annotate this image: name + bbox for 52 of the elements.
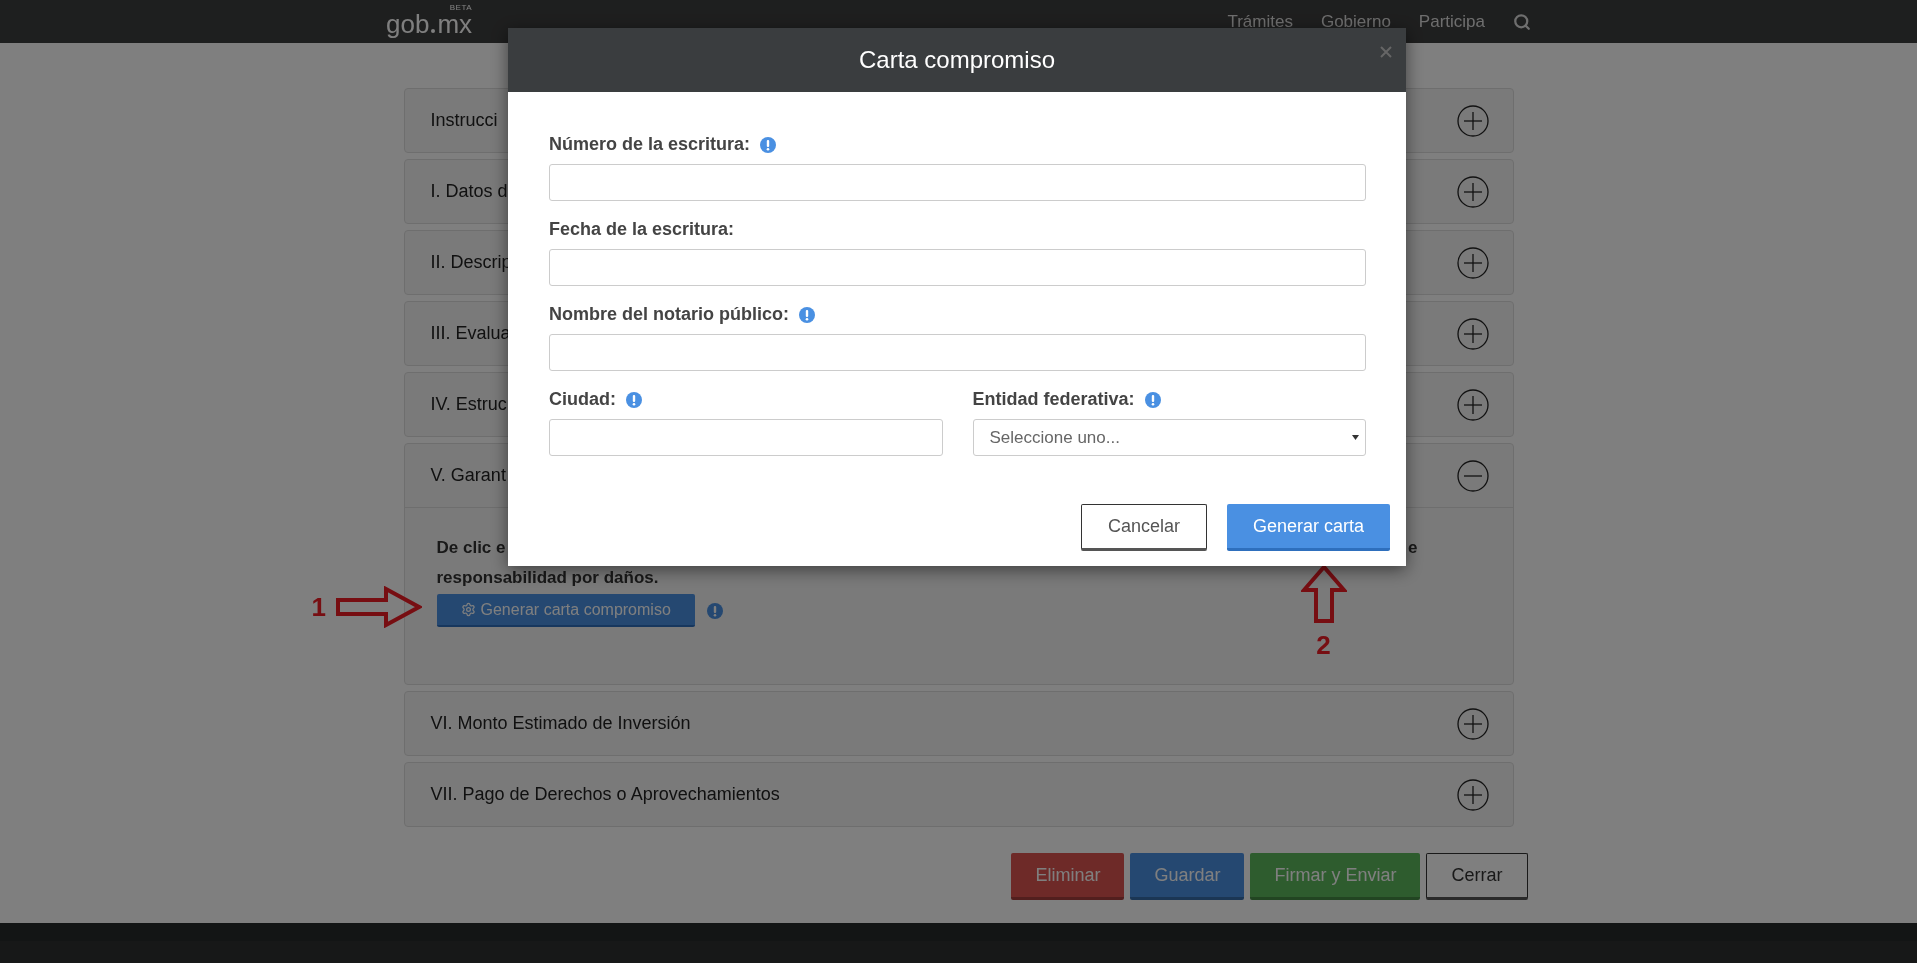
collapse-icon[interactable] [1456,459,1489,492]
panel-title[interactable]: VI. Monto Estimado de Inversión [430,713,691,734]
action-button[interactable]: Guardar [1130,853,1245,900]
instruction-text: e [1408,538,1418,558]
nav-link[interactable]: Participa [1418,11,1485,32]
nav-link[interactable]: Gobierno [1320,11,1391,32]
expand-icon[interactable] [1456,388,1489,421]
field-label: Número de la escritura: [549,134,751,155]
panel-title[interactable]: V. Garant [430,465,506,486]
search-icon[interactable] [1513,12,1531,31]
modal-button[interactable]: Generar carta [1226,504,1390,551]
field-label: Entidad federativa: [972,389,1135,410]
expand-icon[interactable] [1456,246,1489,279]
expand-icon[interactable] [1456,317,1489,350]
field-label: Nombre del notario público: [549,304,789,325]
info-icon[interactable] [799,306,815,323]
expand-icon[interactable] [1456,175,1489,208]
panel-title[interactable]: I. Datos d [430,181,508,202]
info-icon[interactable] [1144,391,1161,408]
generate-letter-button[interactable]: Generar carta compromiso [436,594,695,627]
select-field[interactable]: Seleccione uno... [972,419,1366,456]
field-label: Ciudad: [549,389,616,410]
expand-icon[interactable] [1456,707,1489,740]
action-button[interactable]: Eliminar [1011,853,1125,900]
close-icon[interactable] [1380,46,1392,58]
info-icon[interactable] [626,391,642,408]
arrow-icon [335,586,422,628]
arrow-icon [1300,564,1347,624]
nav-link[interactable]: Trámites [1227,11,1293,32]
instruction-text: De clic e [436,538,506,558]
field-label: Fecha de la escritura: [549,219,735,240]
input-field[interactable] [549,419,943,456]
site-logo[interactable]: gob mx BETA [386,6,473,37]
input-field[interactable] [549,334,1366,371]
expand-icon[interactable] [1456,104,1489,137]
info-icon[interactable] [760,136,777,153]
modal-title: Carta compromiso [858,46,1056,74]
panel-title[interactable]: III. Evalua [430,323,511,344]
input-field[interactable] [549,249,1366,286]
panel-title[interactable]: VII. Pago de Derechos o Aprovechamientos [430,784,780,805]
expand-icon[interactable] [1456,778,1489,811]
input-field[interactable] [549,164,1366,201]
annotation-number: 2 [1316,630,1331,661]
instruction-text: responsabilidad por daños. [436,568,659,588]
panel-title[interactable]: IV. Estruc [430,394,507,415]
panel-title[interactable]: Instrucci [430,110,498,131]
modal-button[interactable]: Cancelar [1080,504,1207,551]
action-button[interactable]: Cerrar [1426,853,1528,900]
gear-icon [460,602,476,617]
info-icon[interactable] [706,602,723,619]
annotation-number: 1 [311,591,326,623]
caret-icon [1352,435,1359,440]
